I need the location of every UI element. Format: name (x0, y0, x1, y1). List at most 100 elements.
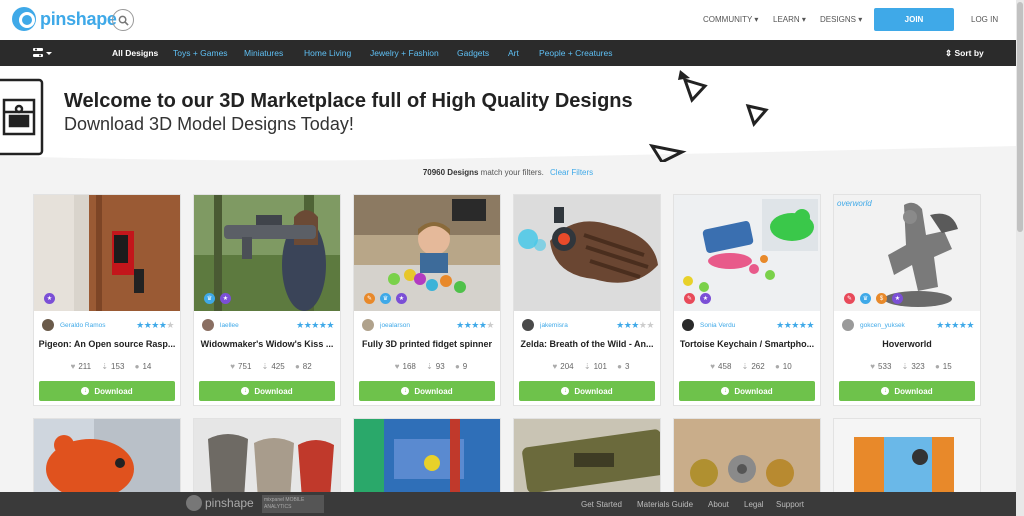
design-title[interactable]: Fully 3D printed fidget spinner (358, 339, 496, 349)
comments-count: 10 (782, 362, 792, 371)
download-count-icon: ⇣ (261, 362, 269, 371)
design-card[interactable]: ✎ ♛ ★ joealarson ★★★★★ Fully 3D printed … (353, 194, 501, 406)
category-art[interactable]: Art (508, 48, 519, 58)
designer-name[interactable]: gokcen_yuksek (860, 322, 936, 329)
download-button[interactable]: ↓ Download (839, 381, 975, 401)
design-card[interactable]: ✎ ★ Sonia Verdu ★★★★★ Tortoise Keychain … (673, 194, 821, 406)
search-button[interactable] (112, 9, 134, 31)
download-button[interactable]: ↓ Download (359, 381, 495, 401)
nav-learn[interactable]: LEARN ▾ (773, 15, 806, 24)
download-count-icon: ⇣ (583, 362, 591, 371)
rating-stars: ★★★★★ (136, 319, 174, 330)
likes-count: 533 (878, 362, 892, 371)
design-card[interactable]: jakemisra ★★★★★ Zelda: Breath of the Wil… (513, 194, 661, 406)
card-user: jakemisra ★★★★★ (522, 319, 655, 331)
mixpanel-badge[interactable]: mixpanel MOBILE ANALYTICS (262, 495, 324, 513)
avatar[interactable] (842, 319, 854, 331)
downloads-count: 101 (593, 362, 607, 371)
avatar[interactable] (522, 319, 534, 331)
download-button[interactable]: ↓ Download (679, 381, 815, 401)
avatar[interactable] (202, 319, 214, 331)
likes-count: 211 (78, 362, 92, 371)
design-title[interactable]: Pigeon: An Open source Rasp... (38, 339, 176, 349)
sort-by-button[interactable]: ⇕ Sort by (945, 48, 984, 59)
site-logo[interactable]: pinshape (12, 7, 117, 31)
scrollbar-thumb[interactable] (1017, 2, 1023, 232)
category-toys-games[interactable]: Toys + Games (173, 48, 228, 58)
card-user: gokcen_yuksek ★★★★★ (842, 319, 974, 331)
download-count-icon: ⇣ (741, 362, 749, 371)
download-button[interactable]: ↓ Download (39, 381, 175, 401)
staff-pick-badge-icon: ✎ (844, 293, 855, 304)
designer-name[interactable]: Sonia Verdu (700, 322, 776, 329)
design-title[interactable]: Zelda: Breath of the Wild - An... (518, 339, 656, 349)
design-thumbnail[interactable]: ♛ ★ (194, 195, 340, 311)
page-scrollbar[interactable] (1016, 0, 1024, 516)
footer-logo[interactable]: pinshape (186, 495, 254, 511)
logo-text: pinshape (40, 8, 117, 29)
footer-link-about[interactable]: About (708, 500, 729, 509)
design-title[interactable]: Tortoise Keychain / Smartpho... (678, 339, 816, 349)
design-title[interactable]: Widowmaker's Widow's Kiss ... (198, 339, 336, 349)
download-button[interactable]: ↓ Download (199, 381, 335, 401)
design-card[interactable]: overworld ✎ ♛ $ ★ gokcen_yuksek ★★★★★ Ho… (833, 194, 981, 406)
design-thumbnail[interactable]: ✎ ♛ ★ (354, 195, 500, 311)
category-all-designs[interactable]: All Designs (112, 48, 158, 58)
category-jewelry-fashion[interactable]: Jewelry + Fashion (370, 48, 439, 58)
filter-toggle-icon[interactable] (33, 47, 53, 59)
design-stats: ♥ 533 ⇣ 323 ● 15 (834, 362, 980, 371)
avatar[interactable] (362, 319, 374, 331)
comments-count: 14 (142, 362, 152, 371)
designer-name[interactable]: jakemisra (540, 322, 616, 329)
search-icon (118, 15, 129, 26)
trophy-badge-icon: ♛ (204, 293, 215, 304)
rating-stars: ★★★★★ (616, 319, 654, 330)
heart-icon: ♥ (552, 362, 558, 371)
join-button[interactable]: JOIN (874, 8, 954, 31)
footer-link-materials-guide[interactable]: Materials Guide (637, 500, 693, 509)
download-button[interactable]: ↓ Download (519, 381, 655, 401)
download-icon: ↓ (721, 387, 730, 395)
avatar[interactable] (42, 319, 54, 331)
design-thumbnail[interactable] (514, 195, 660, 311)
download-label: Download (574, 386, 613, 396)
design-thumbnail[interactable]: ✎ ★ (674, 195, 820, 311)
design-card-thumbnail[interactable] (833, 418, 981, 498)
category-home-living[interactable]: Home Living (304, 48, 351, 58)
category-people-creatures[interactable]: People + Creatures (539, 48, 612, 58)
nav-community[interactable]: COMMUNITY ▾ (703, 15, 758, 24)
nav-designs[interactable]: DESIGNS ▾ (820, 15, 862, 24)
design-card-thumbnail[interactable] (193, 418, 341, 498)
footer-link-legal[interactable]: Legal (744, 500, 764, 509)
design-stats: ♥ 458 ⇣ 262 ● 10 (674, 362, 820, 371)
designer-name[interactable]: Geraldo Ramos (60, 322, 136, 329)
design-card[interactable]: ★ Geraldo Ramos ★★★★★ Pigeon: An Open so… (33, 194, 181, 406)
designer-name[interactable]: laellee (220, 322, 296, 329)
design-thumbnail[interactable]: overworld ✎ ♛ $ ★ (834, 195, 980, 311)
results-count: 70960 Designs (422, 168, 479, 177)
design-card[interactable]: ♛ ★ laellee ★★★★★ Widowmaker's Widow's K… (193, 194, 341, 406)
download-icon: ↓ (81, 387, 90, 395)
download-icon: ↓ (401, 387, 410, 395)
design-card-thumbnail[interactable] (353, 418, 501, 498)
designer-name[interactable]: joealarson (380, 322, 456, 329)
footer-link-get-started[interactable]: Get Started (581, 500, 622, 509)
pinshape-logo-icon (186, 495, 202, 511)
comments-count: 9 (462, 362, 468, 371)
design-thumbnail[interactable]: ★ (34, 195, 180, 311)
pinshape-badge-icon: ★ (700, 293, 711, 304)
login-link[interactable]: LOG IN (971, 15, 998, 24)
category-gadgets[interactable]: Gadgets (457, 48, 489, 58)
rating-stars: ★★★★★ (456, 319, 494, 330)
design-card-thumbnail[interactable] (33, 418, 181, 498)
category-miniatures[interactable]: Miniatures (244, 48, 283, 58)
footer-link-support[interactable]: Support (776, 500, 804, 509)
design-title[interactable]: Hoverworld (838, 339, 976, 349)
design-card-thumbnail[interactable] (513, 418, 661, 498)
card-user: Sonia Verdu ★★★★★ (682, 319, 814, 331)
downloads-count: 323 (911, 362, 925, 371)
avatar[interactable] (682, 319, 694, 331)
design-card-thumbnail[interactable] (673, 418, 821, 498)
clear-filters-link[interactable]: Clear Filters (550, 168, 593, 177)
comments-count: 82 (302, 362, 312, 371)
